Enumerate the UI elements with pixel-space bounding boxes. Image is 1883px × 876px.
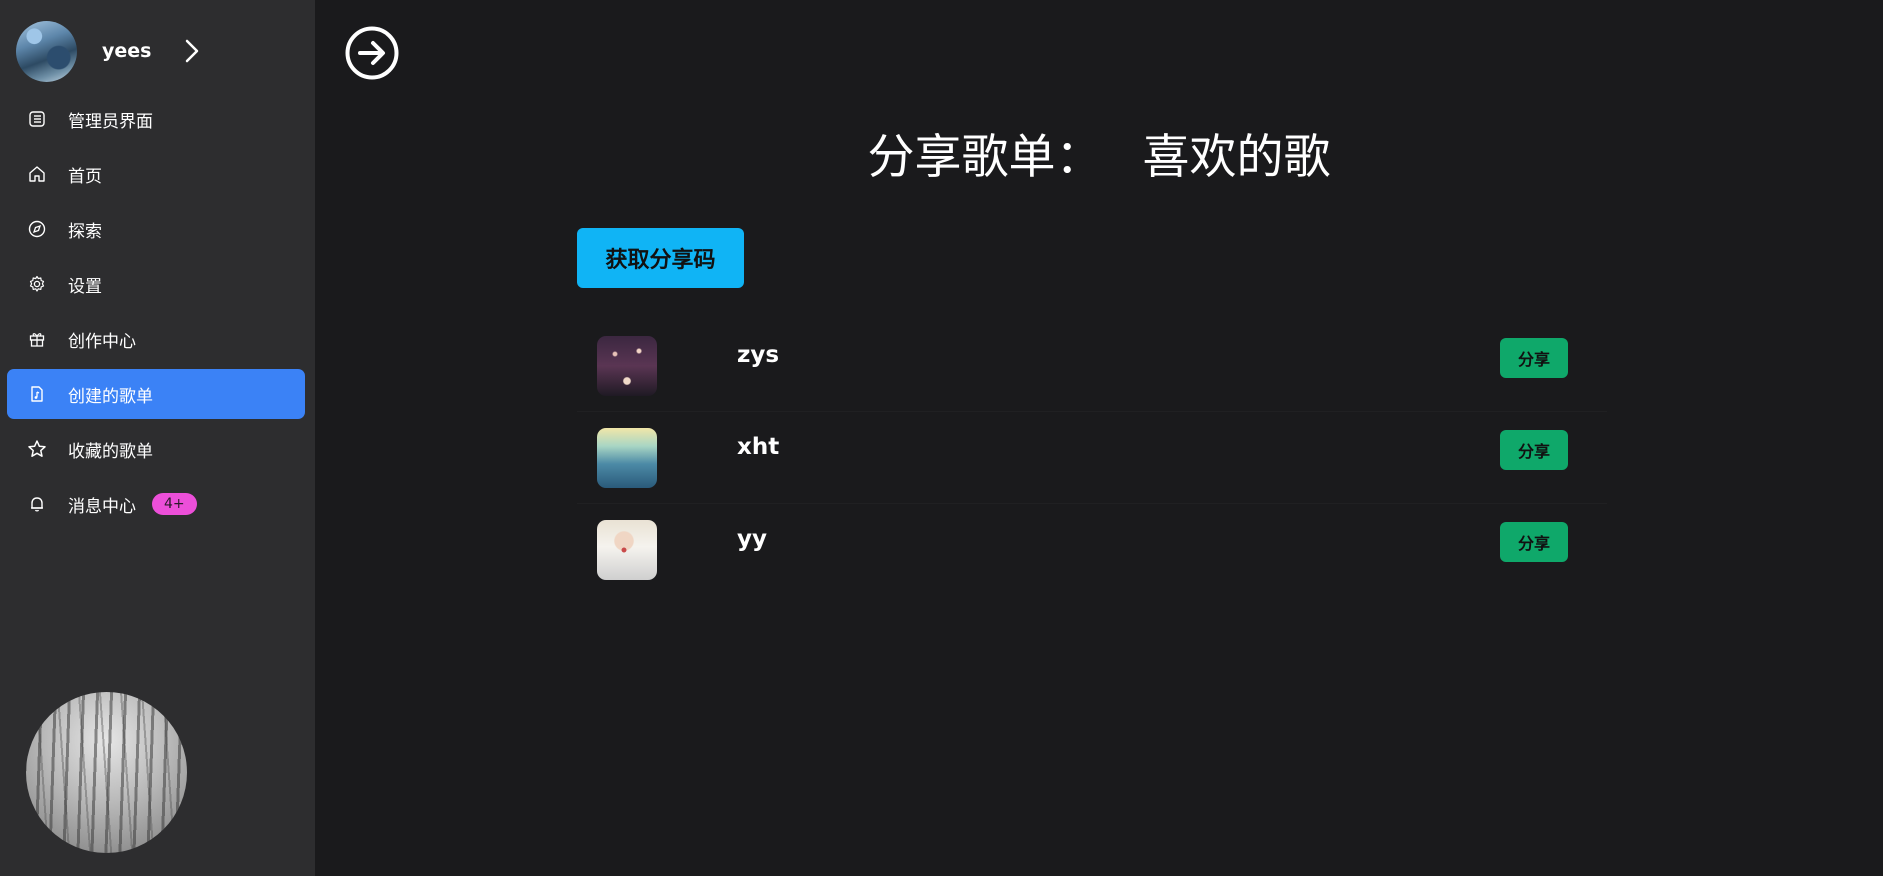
sidebar-item-settings[interactable]: 设置 xyxy=(7,259,305,309)
song-cover xyxy=(597,519,657,580)
gear-icon xyxy=(26,273,48,295)
sidebar-item-label: 探索 xyxy=(68,221,102,242)
sidebar-item-label: 设置 xyxy=(68,276,102,297)
sidebar-item-creator-center[interactable]: 创作中心 xyxy=(7,314,305,364)
app-root: yees 管理员界面 首页 探索 设置 创作中心 创建的歌单 收藏的歌单 消息中… xyxy=(0,0,1883,876)
list-item[interactable]: xht 分享 xyxy=(577,411,1607,503)
compass-icon xyxy=(26,218,48,240)
song-name: yy xyxy=(737,526,767,552)
sidebar-item-label: 创作中心 xyxy=(68,331,136,352)
notification-badge: 4+ xyxy=(152,493,197,515)
arrow-right-circle-icon[interactable] xyxy=(345,26,399,80)
user-profile[interactable]: yees xyxy=(16,20,203,82)
get-share-code-button[interactable]: 获取分享码 xyxy=(577,228,744,288)
sidebar-item-label: 首页 xyxy=(68,166,102,187)
admin-list-icon xyxy=(26,108,48,130)
main-content: 分享歌单： 喜欢的歌 获取分享码 zys 分享 xht 分享 yy 分享 xyxy=(315,0,1883,876)
sidebar-item-label: 消息中心 xyxy=(68,496,136,517)
sidebar-item-explore[interactable]: 探索 xyxy=(7,204,305,254)
sidebar-item-label: 创建的歌单 xyxy=(68,386,153,407)
home-icon xyxy=(26,163,48,185)
avatar[interactable] xyxy=(16,20,77,82)
song-list: zys 分享 xht 分享 yy 分享 xyxy=(577,320,1607,595)
song-name: xht xyxy=(737,434,780,460)
page-title: 分享歌单： 喜欢的歌 xyxy=(315,118,1883,187)
sidebar-item-label: 收藏的歌单 xyxy=(68,441,153,462)
username: yees xyxy=(102,40,152,62)
song-name: zys xyxy=(737,342,780,368)
bell-icon xyxy=(26,493,48,515)
share-button[interactable]: 分享 xyxy=(1500,338,1568,378)
sidebar-nav: 管理员界面 首页 探索 设置 创作中心 创建的歌单 收藏的歌单 消息中心 4+ xyxy=(7,94,305,534)
chevron-right-icon[interactable] xyxy=(181,36,203,66)
share-button[interactable]: 分享 xyxy=(1500,522,1568,562)
sidebar-item-home[interactable]: 首页 xyxy=(7,149,305,199)
sidebar: yees 管理员界面 首页 探索 设置 创作中心 创建的歌单 收藏的歌单 消息中… xyxy=(0,0,315,876)
song-cover xyxy=(597,335,657,396)
gift-icon xyxy=(26,328,48,350)
sidebar-item-created-playlists[interactable]: 创建的歌单 xyxy=(7,369,305,419)
star-icon xyxy=(26,438,48,460)
sidebar-item-admin[interactable]: 管理员界面 xyxy=(7,94,305,144)
sidebar-item-messages[interactable]: 消息中心 4+ xyxy=(7,479,305,529)
share-button[interactable]: 分享 xyxy=(1500,430,1568,470)
sidebar-item-favorite-playlists[interactable]: 收藏的歌单 xyxy=(7,424,305,474)
sidebar-item-label: 管理员界面 xyxy=(68,111,153,132)
music-file-icon xyxy=(26,383,48,405)
list-item[interactable]: zys 分享 xyxy=(577,320,1607,411)
list-item[interactable]: yy 分享 xyxy=(577,503,1607,595)
page-title-prefix: 分享歌单： xyxy=(867,130,1103,185)
now-playing-cover[interactable] xyxy=(26,692,187,853)
song-cover xyxy=(597,427,657,488)
page-title-playlist-name: 喜欢的歌 xyxy=(1142,130,1331,185)
